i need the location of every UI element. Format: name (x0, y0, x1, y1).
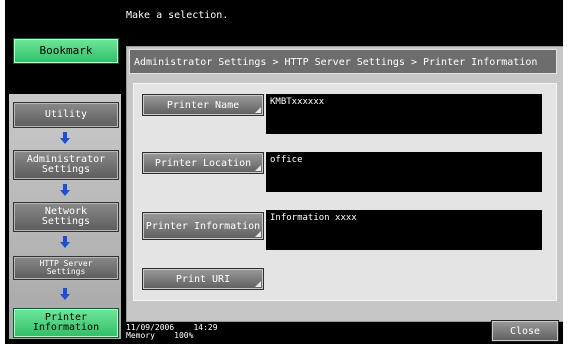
nav-utility-label: Utility (44, 109, 88, 120)
left-column: Bookmark Utility Administrator Settings … (5, 0, 125, 344)
printer-information-form: Printer Name KMBTxxxxxx Printer Location… (133, 83, 557, 301)
nav-http-label-line2: Settings (46, 267, 86, 276)
navigation-panel: Utility Administrator Settings Network S… (9, 94, 121, 339)
nav-printer-information-button[interactable]: Printer Information (13, 308, 119, 338)
status-bar: 11/09/2006 14:29 Memory 100% (126, 324, 218, 340)
printer-information-button[interactable]: Printer Information (142, 212, 264, 240)
nav-administrator-settings-button[interactable]: Administrator Settings (13, 150, 119, 180)
main-panel: Administrator Settings > HTTP Server Set… (126, 46, 563, 322)
printer-location-value: office (266, 152, 542, 192)
arrow-down-icon (60, 288, 70, 300)
print-uri-button[interactable]: Print URI (142, 268, 264, 290)
arrow-down-icon (60, 132, 70, 144)
status-time: 14:29 (193, 323, 218, 332)
instruction-message: Make a selection. (126, 10, 229, 21)
printer-location-label: Printer Location (154, 157, 252, 169)
nav-http-server-settings-button[interactable]: HTTP Server Settings (13, 256, 119, 280)
close-button[interactable]: Close (491, 320, 559, 342)
printer-location-button[interactable]: Printer Location (142, 152, 264, 174)
bookmark-button[interactable]: Bookmark (13, 38, 119, 64)
printer-name-value: KMBTxxxxxx (266, 94, 542, 134)
nav-printer-label-line2: Information (32, 322, 100, 333)
control-panel-screen: Bookmark Utility Administrator Settings … (5, 0, 563, 344)
printer-information-label: Printer Information (145, 220, 261, 232)
breadcrumb: Administrator Settings > HTTP Server Set… (129, 49, 557, 74)
nav-admin-label-line2: Settings (41, 164, 91, 175)
arrow-down-icon (60, 236, 70, 248)
nav-network-settings-button[interactable]: Network Settings (13, 202, 119, 232)
nav-network-label-line2: Settings (41, 216, 91, 227)
memory-label: Memory (126, 331, 155, 340)
printer-name-label: Printer Name (166, 99, 240, 111)
printer-name-button[interactable]: Printer Name (142, 94, 264, 116)
nav-utility-button[interactable]: Utility (13, 102, 119, 128)
arrow-down-icon (60, 184, 70, 196)
memory-value: 100% (174, 331, 194, 340)
print-uri-label: Print URI (175, 273, 231, 285)
printer-information-value: Information xxxx (266, 210, 542, 250)
